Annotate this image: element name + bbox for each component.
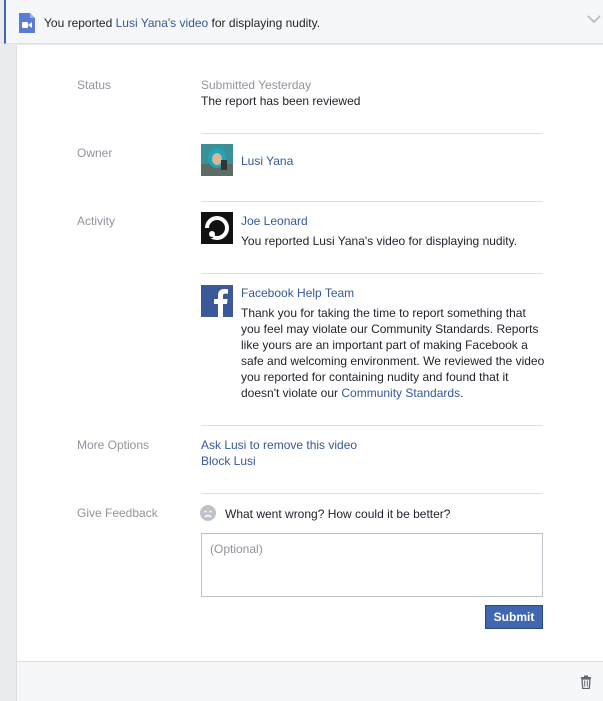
owner-link[interactable]: Lusi Yana's (116, 16, 177, 30)
activity-text-joe: You reported Lusi Yana's video for displ… (241, 234, 518, 248)
report-state: The report has been reviewed (201, 94, 361, 108)
joe-leonard-avatar[interactable] (201, 212, 233, 244)
trash-icon[interactable] (579, 675, 593, 689)
activity-author-joe[interactable]: Joe Leonard (241, 214, 308, 228)
activity-author-help-team[interactable]: Facebook Help Team (241, 286, 354, 300)
report-title: You reported Lusi Yana's video for displ… (44, 16, 321, 30)
block-user-link[interactable]: Block Lusi (201, 454, 256, 468)
feedback-question: What went wrong? How could it be better? (225, 507, 451, 521)
facebook-logo-icon[interactable] (201, 285, 233, 317)
submitted-time: Submitted Yesterday (201, 78, 312, 92)
owner-avatar[interactable] (201, 144, 233, 176)
divider (201, 201, 543, 202)
divider (201, 133, 543, 134)
ask-remove-video-link[interactable]: Ask Lusi to remove this video (201, 438, 357, 452)
divider (201, 273, 543, 274)
give-feedback-label: Give Feedback (77, 506, 158, 520)
divider (201, 493, 543, 494)
owner-label: Owner (77, 146, 113, 160)
feedback-textarea[interactable] (201, 533, 543, 597)
report-header[interactable]: You reported Lusi Yana's video for displ… (4, 0, 603, 44)
divider (201, 425, 543, 426)
activity-label: Activity (77, 214, 116, 228)
card-footer (16, 661, 603, 701)
video-report-icon (19, 13, 35, 33)
submit-button[interactable]: Submit (485, 605, 543, 629)
more-options-label: More Options (77, 438, 150, 452)
owner-name[interactable]: Lusi Yana (241, 154, 293, 168)
community-standards-link[interactable]: Community Standards (341, 386, 460, 400)
chevron-down-icon[interactable] (587, 14, 601, 24)
video-link[interactable]: video (176, 16, 209, 30)
sad-face-icon (200, 505, 216, 521)
status-label: Status (77, 78, 112, 92)
activity-text-help-team: Thank you for taking the time to report … (241, 306, 545, 400)
